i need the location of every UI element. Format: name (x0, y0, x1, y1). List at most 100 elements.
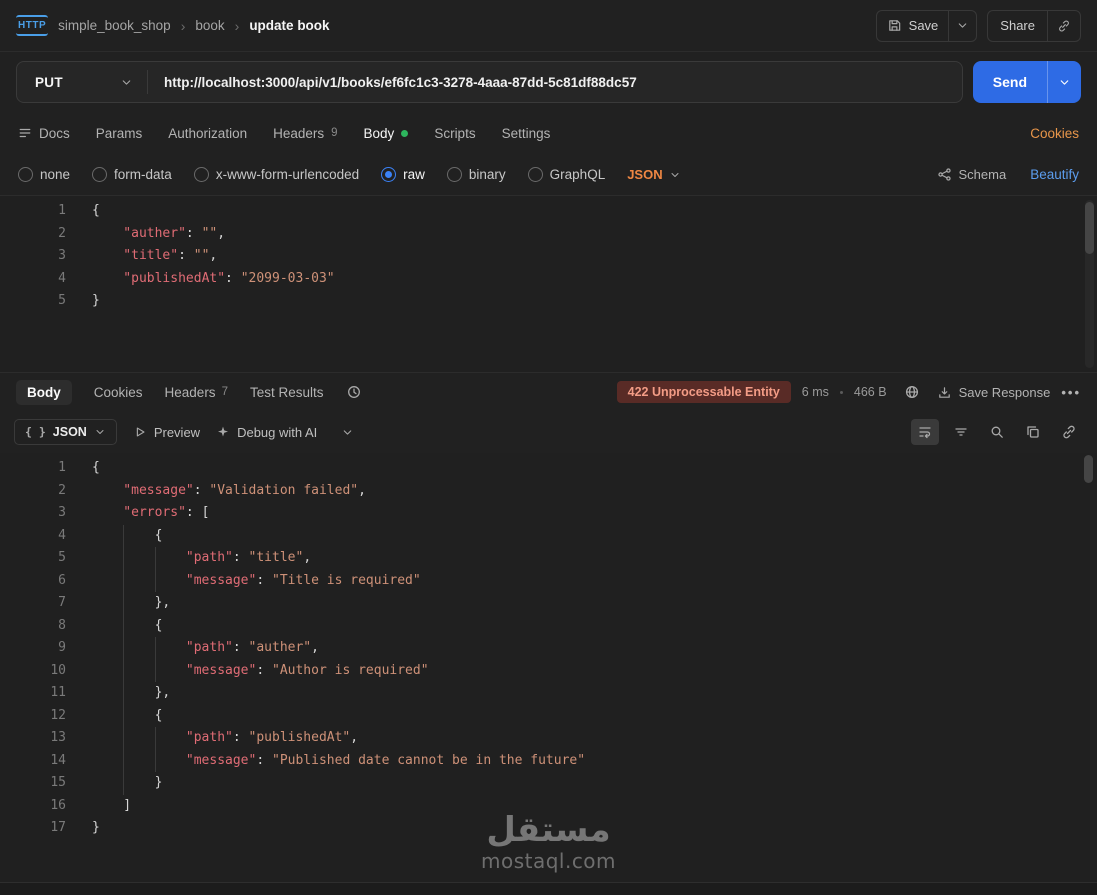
copy-link-button[interactable] (1048, 19, 1080, 33)
tab-body[interactable]: Body (364, 126, 409, 141)
response-tab-test-results[interactable]: Test Results (250, 385, 324, 400)
more-options-button[interactable]: ••• (1061, 385, 1081, 400)
body-mode-raw[interactable]: raw (381, 167, 425, 182)
body-mode-none[interactable]: none (18, 167, 70, 182)
wrap-text-button[interactable] (911, 419, 939, 445)
line-number: 14 (50, 752, 66, 768)
body-mode-form-data[interactable]: form-data (92, 167, 172, 182)
line-number: 6 (58, 572, 66, 588)
response-body-viewer: 1{2 "message": "Validation failed", 3 "erro… (0, 453, 1097, 895)
body-mode-row: none form-data x-www-form-urlencoded raw… (0, 154, 1097, 196)
schema-button[interactable]: Schema (937, 167, 1006, 182)
tab-params[interactable]: Params (96, 126, 143, 141)
save-button-label: Save (908, 18, 939, 33)
response-format-label: JSON (52, 425, 87, 439)
code-line: 3 "title": "", (0, 245, 1097, 268)
chevron-down-icon (959, 23, 967, 28)
code-line: 17} (0, 817, 1097, 840)
chevron-down-icon (96, 430, 104, 434)
preview-button[interactable]: Preview (133, 425, 200, 440)
dot-separator (839, 390, 843, 394)
radio-icon (18, 167, 33, 182)
line-number: 9 (58, 640, 66, 655)
line-number: 4 (58, 527, 66, 543)
line-number: 11 (50, 685, 66, 700)
chevron-down-icon (1060, 79, 1069, 85)
radio-icon (527, 167, 543, 182)
postman-window: HTTP simple_book_shop › book › update bo… (0, 0, 1097, 895)
response-body-code: 1{2 "message": "Validation failed", 3 "erro… (0, 457, 1097, 840)
beautify-button[interactable]: Beautify (1030, 167, 1079, 182)
window-bottom-edge (0, 882, 1097, 895)
copy-button[interactable] (1019, 419, 1047, 445)
send-dropdown-button[interactable] (1048, 76, 1081, 89)
url-input[interactable]: http://localhost:3000/api/v1/books/ef6fc… (148, 75, 962, 90)
debug-with-ai-button[interactable]: Debug with AI (216, 425, 317, 440)
http-request-icon: HTTP (16, 15, 49, 36)
line-number: 1 (58, 203, 66, 218)
tab-scripts[interactable]: Scripts (434, 126, 475, 141)
send-button[interactable]: Send (973, 74, 1047, 90)
tab-docs[interactable]: Docs (18, 126, 70, 141)
save-dropdown-button[interactable] (949, 19, 976, 32)
body-mode-urlencoded[interactable]: x-www-form-urlencoded (193, 167, 359, 182)
cookies-link[interactable]: Cookies (1030, 126, 1079, 141)
response-tab-body[interactable]: Body (16, 379, 72, 405)
share-button[interactable]: Share (988, 18, 1047, 33)
tab-headers[interactable]: Headers 9 (273, 126, 337, 141)
response-history-button[interactable] (346, 384, 362, 400)
save-response-button[interactable]: Save Response (937, 385, 1050, 400)
line-number: 7 (58, 595, 66, 610)
header-actions: Save Share (875, 9, 1081, 42)
line-number: 5 (58, 550, 66, 565)
body-mode-binary[interactable]: binary (446, 167, 506, 182)
breadcrumb-separator-icon: › (234, 17, 240, 34)
response-format-selector[interactable]: { } JSON (14, 419, 117, 445)
breadcrumb-separator-icon: › (180, 17, 186, 34)
line-number: 1 (58, 460, 66, 475)
line-number: 12 (50, 707, 66, 723)
copy-link-button[interactable] (1055, 419, 1083, 445)
radio-icon (446, 167, 462, 182)
request-url-bar: PUT http://localhost:3000/api/v1/books/e… (0, 52, 1097, 112)
code-line: 6 "message": "Title is required" (0, 569, 1097, 592)
code-line: 5} (0, 290, 1097, 313)
radio-icon (193, 167, 209, 182)
search-button[interactable] (983, 419, 1011, 445)
debug-with-ai-label: Debug with AI (237, 424, 318, 440)
radio-label: binary (468, 167, 506, 182)
tab-authorization[interactable]: Authorization (168, 126, 247, 141)
status-badge: 422 Unprocessable Entity (616, 381, 791, 403)
code-line: 9 "path": "auther", (0, 637, 1097, 660)
copy-icon (1027, 426, 1039, 438)
code-line: 2 "auther": "", (0, 223, 1097, 246)
scrollbar-thumb[interactable] (1085, 202, 1094, 254)
request-topbar: HTTP simple_book_shop › book › update bo… (0, 0, 1097, 52)
language-label: JSON (627, 167, 663, 182)
language-selector[interactable]: JSON (627, 167, 680, 182)
viewer-options-button[interactable] (333, 419, 361, 445)
network-info-button[interactable] (898, 379, 926, 405)
filter-button[interactable] (947, 419, 975, 445)
code-line: 7}, (0, 592, 1097, 615)
code-line: 1{ (0, 457, 1097, 480)
save-button[interactable]: Save (877, 18, 949, 33)
chevron-down-icon (671, 172, 679, 177)
scrollbar-thumb[interactable] (1084, 455, 1093, 483)
breadcrumb-request-name[interactable]: update book (249, 18, 329, 33)
breadcrumb-folder[interactable]: book (195, 18, 224, 33)
response-tab-cookies[interactable]: Cookies (94, 385, 143, 400)
response-tab-headers[interactable]: Headers 7 (165, 385, 228, 400)
method-selector[interactable]: PUT (17, 75, 147, 90)
code-line: 10 "message": "Author is required" (0, 659, 1097, 682)
headers-count-badge: 9 (331, 127, 338, 139)
search-icon (991, 426, 1003, 438)
code-line: 8{ (0, 614, 1097, 637)
body-mode-graphql[interactable]: GraphQL (527, 167, 605, 182)
breadcrumb-collection[interactable]: simple_book_shop (58, 18, 171, 33)
line-number: 3 (58, 248, 66, 263)
request-body-editor[interactable]: 1{2 "auther": "", 3 "title": "", 4 "published… (0, 196, 1097, 373)
schema-icon (937, 168, 951, 181)
tab-settings[interactable]: Settings (502, 126, 551, 141)
tab-label: Body (363, 125, 395, 141)
